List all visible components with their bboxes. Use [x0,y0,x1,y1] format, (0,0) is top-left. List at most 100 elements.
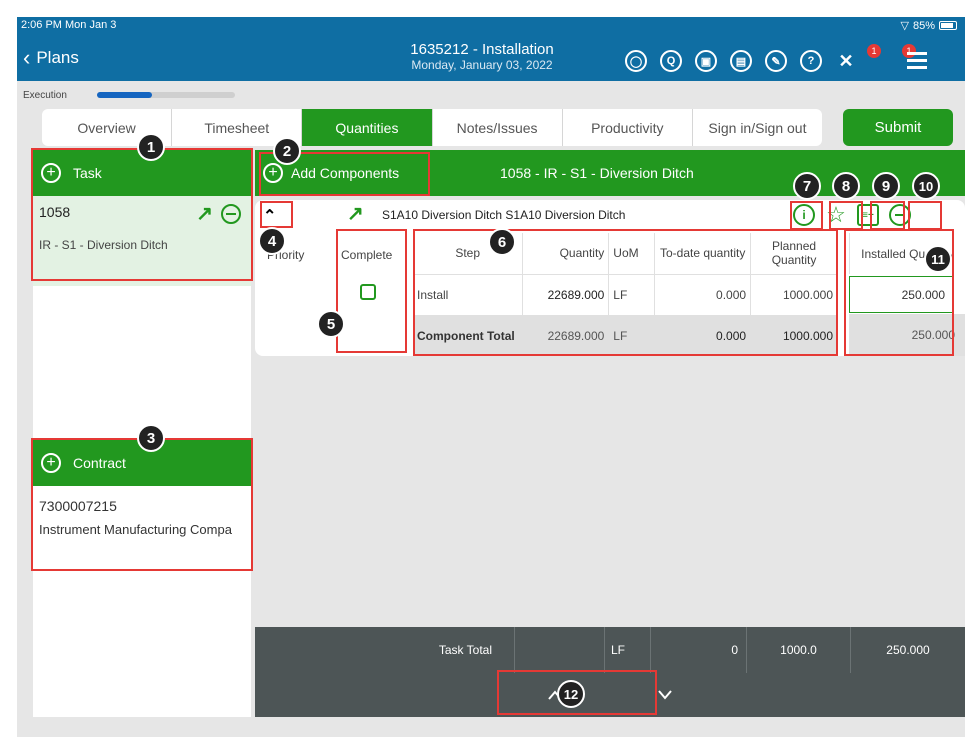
column-planned: Planned Quantity [750,233,838,274]
component-actions: i ☆ ≡+ [793,202,911,227]
component-name: S1A10 Diversion Ditch S1A10 Diversion Di… [382,208,626,222]
task-card[interactable]: 1058 IR - S1 - Diversion Ditch ↗ [33,196,251,286]
page-title: 1635212 - Installation Monday, January 0… [367,41,597,72]
sync-off-icon[interactable]: ✕ [835,50,857,72]
installed-total: 250.000 [849,314,965,356]
battery-icon [939,21,957,30]
task-description: IR - S1 - Diversion Ditch [39,238,168,252]
execution-label: Execution [23,90,67,101]
annotation-marker: 3 [137,424,165,452]
top-bar: 2:06 PM Mon Jan 3 ▽ 85% ‹ Plans 1635212 … [17,17,965,81]
plan-title: 1635212 - Installation [410,41,554,58]
cell-todate: 0.000 [654,273,752,315]
help-icon[interactable]: ? [800,50,822,72]
add-components-button[interactable]: + Add Components [255,163,399,183]
execution-progress-fill [97,92,153,98]
complete-checkbox[interactable] [360,284,376,300]
complete-label: Complete [341,248,393,262]
components-pane: + Add Components 1058 - IR - S1 - Divers… [255,150,965,717]
contract-header-label: Contract [73,455,126,471]
remove-component-icon[interactable] [889,204,911,226]
contract-card[interactable]: 7300007215 Instrument Manufacturing Comp… [33,486,251,550]
info-icon[interactable]: i [793,204,815,226]
chevron-left-icon: ‹ [23,45,31,70]
tab-notes-issues[interactable]: Notes/Issues [433,109,563,146]
task-total-uom: LF [605,627,651,673]
contract-section: + Contract 7300007215 Instrument Manufac… [33,440,251,550]
arrow-up-right-icon[interactable]: ↗ [347,204,364,224]
column-uom: UoM [608,233,656,274]
submit-button[interactable]: Submit [843,109,953,146]
table-row: Install 22689.000 LF 0.000 1000.000 [413,273,838,315]
cell-planned: 1000.000 [750,314,838,356]
app-frame: 2:06 PM Mon Jan 3 ▽ 85% ‹ Plans 1635212 … [17,17,965,737]
add-components-label: Add Components [291,165,400,181]
edit-icon[interactable]: ✎ [765,50,787,72]
annotation-marker: 10 [912,172,940,200]
notification-badge: 1 [867,44,881,58]
wifi-icon: ▽ [900,20,909,32]
annotation-marker: 9 [872,172,900,200]
contract-name: Instrument Manufacturing Compa [39,522,232,537]
delete-icon[interactable]: ▤ [730,50,752,72]
task-total-planned: 1000.0 [747,627,851,673]
annotation-marker: 12 [557,680,585,708]
copy-icon[interactable]: ▣ [695,50,717,72]
tab-quantities[interactable]: Quantities [302,109,433,146]
arrow-up-right-icon[interactable]: ↗ [196,204,213,224]
annotation-marker: 5 [317,310,345,338]
task-total-bar: Task Total LF 0 1000.0 250.000 [255,627,965,673]
component-card: ⌃ ↗ S1A10 Diversion Ditch S1A10 Diversio… [255,200,965,356]
annotation-marker: 2 [273,137,301,165]
annotation-marker: 8 [832,172,860,200]
task-actions: ↗ [196,204,241,224]
menu-icon[interactable] [907,52,927,73]
chevron-down-icon [658,690,672,700]
contract-id: 7300007215 [39,498,117,514]
tab-productivity[interactable]: Productivity [563,109,693,146]
cell-step: Install [413,273,524,315]
status-icons: ▽ 85% [900,19,957,32]
components-title: 1058 - IR - S1 - Diversion Ditch [500,165,694,181]
annotation-marker: 11 [924,245,952,273]
annotation-marker: 6 [488,228,516,256]
back-button[interactable]: ‹ Plans [23,45,79,70]
add-components-icon: + [263,163,283,183]
add-list-icon[interactable]: ≡+ [857,204,879,226]
battery-percent: 85% [912,19,935,32]
task-total-installed: 250.000 [886,643,930,657]
task-total-label: Task Total [255,627,515,673]
status-time: 2:06 PM Mon Jan 3 [21,19,117,31]
annotation-marker: 1 [137,133,165,161]
cell-uom: LF [608,273,656,315]
remove-task-icon[interactable] [221,204,241,224]
page-down-button[interactable] [658,688,672,702]
column-todate: To-date quantity [654,233,752,274]
header-toolbar: ◯ Q ▣ ▤ ✎ ? ✕ [625,50,857,72]
chevron-up-icon[interactable]: ⌃ [263,206,276,226]
installed-quantity-input[interactable]: 250.000 [849,276,954,313]
cell-todate: 0.000 [654,314,752,356]
cell-uom: LF [608,314,656,356]
task-total-todate: 0 [651,627,747,673]
star-icon[interactable]: ☆ [825,202,847,227]
task-header-label: Task [73,165,102,181]
cell-quantity: 22689.000 [522,314,610,356]
cell-step: Component Total [413,314,524,356]
column-quantity: Quantity [522,233,610,274]
annotation-marker: 7 [793,172,821,200]
pager-bar [255,673,965,717]
attachment-icon[interactable]: ◯ [625,50,647,72]
search-icon[interactable]: Q [660,50,682,72]
back-label: Plans [36,48,79,67]
execution-progress-bar [97,92,235,98]
add-task-icon[interactable]: + [41,163,61,183]
tab-sign-in-out[interactable]: Sign in/Sign out [693,109,822,146]
cell-quantity: 22689.000 [522,273,610,315]
quantities-table: Step Quantity UoM To-date quantity Plann… [413,233,838,356]
plan-date: Monday, January 03, 2022 [411,58,553,72]
table-total-row: Component Total 22689.000 LF 0.000 1000.… [413,314,838,356]
annotation-marker: 4 [258,227,286,255]
task-total-spacer [515,627,605,673]
add-contract-icon[interactable]: + [41,453,61,473]
